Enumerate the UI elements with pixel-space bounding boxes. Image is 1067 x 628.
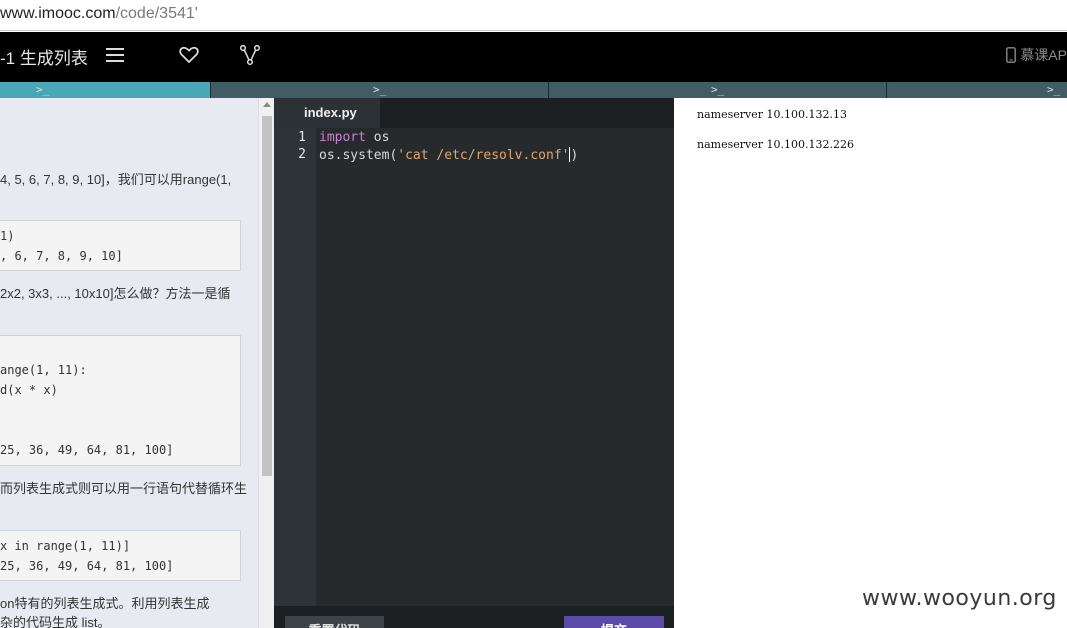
app-link-label: 慕课AP [1020, 47, 1067, 63]
code-example: 1) , 6, 7, 8, 9, 10] [0, 220, 241, 271]
code-line-2[interactable]: os.system('cat /etc/resolv.conf') [319, 147, 578, 163]
lesson-paragraph: 2x2, 3x3, ..., 10x10]怎么做？方法一是循 [0, 286, 231, 301]
share-nodes-icon[interactable] [237, 42, 263, 68]
lesson-title: -1 生成列表 [0, 49, 88, 68]
keyword-token: import [319, 130, 366, 145]
file-tab-index-py[interactable]: index.py [274, 98, 380, 128]
code-line: x in range(1, 11)] [0, 539, 131, 553]
step-tab-strip: >_ >_ >_ >_ [0, 82, 1067, 98]
step-tab-1[interactable]: >_ [0, 82, 211, 98]
address-bar[interactable]: www.imooc.com/code/3541' [0, 0, 1067, 31]
lesson-scrollbar[interactable] [258, 98, 274, 628]
output-line: nameserver 10.100.132.13 [697, 108, 847, 121]
code-line: d(x * x) [0, 383, 58, 397]
url-host: www.imooc.com [0, 5, 116, 22]
editor-footer: 重置代码 提交 [274, 606, 674, 628]
string-token: 'cat /etc/resolv.conf' [397, 148, 570, 163]
code-token: os.system( [319, 148, 398, 163]
lesson-content: 4, 5, 6, 7, 8, 9, 10]，我们可以用range(1, 1) ,… [0, 98, 258, 628]
lesson-paragraph: on特有的列表生成式。利用列表生成 [0, 596, 210, 611]
submit-button[interactable]: 提交 [564, 616, 664, 628]
code-line: 25, 36, 49, 64, 81, 100] [0, 443, 174, 457]
code-line: , 6, 7, 8, 9, 10] [0, 249, 123, 263]
code-token: os [365, 130, 390, 145]
lesson-paragraph: 4, 5, 6, 7, 8, 9, 10]，我们可以用range(1, [0, 172, 232, 187]
line-number: 1 [298, 130, 306, 145]
code-token: ) [570, 148, 579, 163]
terminal-prompt-icon: >_ [1047, 83, 1061, 96]
app-download-link[interactable]: 慕课AP [1006, 45, 1067, 65]
terminal-prompt-icon: >_ [36, 83, 50, 96]
code-line: 25, 36, 49, 64, 81, 100] [0, 559, 174, 573]
code-line: 1) [0, 229, 15, 243]
lesson-paragraph: 杂的代码生成 list。 [0, 615, 111, 628]
output-pane: nameserver 10.100.132.13 nameserver 10.1… [674, 98, 1067, 628]
menu-icon[interactable] [102, 42, 128, 68]
url-path: /code/3541' [115, 5, 198, 22]
top-bar: -1 生成列表 慕课AP [0, 32, 1067, 82]
step-tab-3[interactable]: >_ [549, 82, 887, 98]
scrollbar-thumb[interactable] [262, 116, 272, 476]
lesson-paragraph: 而列表生成式则可以用一行语句代替循环生 [0, 481, 248, 496]
watermark: www.wooyun.org [862, 586, 1057, 611]
terminal-prompt-icon: >_ [373, 83, 387, 96]
file-tab-bar: index.py [274, 98, 674, 128]
code-line: ange(1, 11): [0, 363, 87, 377]
line-number: 2 [298, 147, 306, 162]
step-tab-4[interactable]: >_ [887, 82, 1067, 98]
reset-code-button[interactable]: 重置代码 [285, 616, 384, 628]
url-text[interactable]: www.imooc.com/code/3541' [0, 5, 198, 23]
scroll-up-arrow-icon[interactable] [263, 102, 271, 107]
phone-icon [1006, 47, 1017, 63]
code-example: ange(1, 11): d(x * x) 25, 36, 49, 64, 81… [0, 335, 241, 466]
terminal-prompt-icon: >_ [711, 83, 725, 96]
code-editor[interactable]: index.py 1 2 import os os.system('cat /e… [274, 98, 674, 628]
code-example: x in range(1, 11)] 25, 36, 49, 64, 81, 1… [0, 530, 241, 581]
line-number-gutter: 1 2 [274, 128, 316, 606]
output-line: nameserver 10.100.132.226 [697, 138, 854, 151]
code-line-1[interactable]: import os [319, 130, 389, 145]
heart-icon[interactable] [176, 42, 202, 68]
step-tab-2[interactable]: >_ [211, 82, 549, 98]
